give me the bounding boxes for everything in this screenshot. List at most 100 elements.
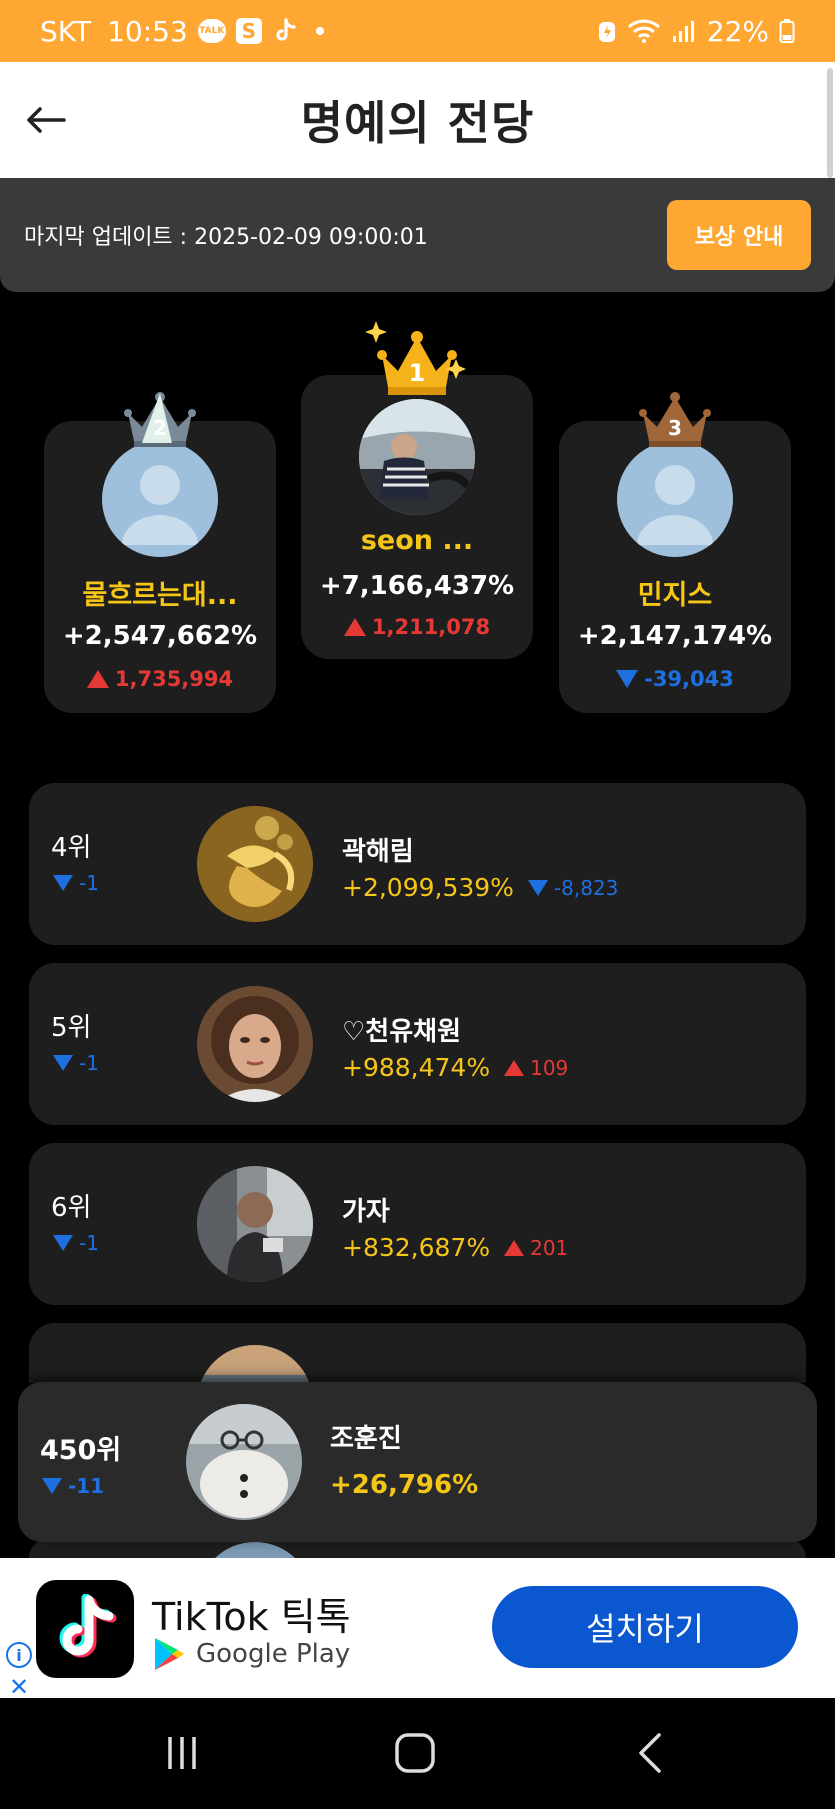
rank-label: 5위 — [51, 1013, 92, 1043]
rank-change: -8,823 — [527, 875, 619, 900]
tiktok-icon — [272, 18, 296, 44]
ad-store-label: Google Play — [196, 1639, 351, 1669]
up-triangle-icon — [86, 670, 109, 688]
ad-store: Google Play — [152, 1636, 350, 1672]
battery-icon — [779, 18, 795, 44]
profile-photo — [186, 1404, 302, 1520]
recent-apps-icon — [168, 1737, 196, 1769]
carrier-label: SKT — [40, 14, 92, 48]
rank-delta-value: -1 — [79, 871, 99, 895]
profile-photo — [197, 986, 313, 1102]
page-title: 명예의 전당 — [300, 96, 535, 150]
rank-stats: +832,687% 201 — [342, 1233, 568, 1262]
podium-name: 민지스 — [637, 580, 713, 611]
rank-row-6[interactable]: 6위 -1 가자 +832,687% 201 — [29, 1143, 806, 1305]
down-triangle-icon — [53, 1055, 73, 1071]
profile-photo — [359, 399, 475, 515]
crown-rank-number: 1 — [409, 359, 426, 387]
rank-stats: +2,099,539% -8,823 — [342, 873, 618, 902]
avatar — [197, 986, 313, 1102]
rank-stats: +988,474% 109 — [342, 1053, 568, 1082]
s-app-icon: S — [235, 18, 262, 44]
rank-percent: +832,687% — [342, 1233, 491, 1262]
rank-percent: +988,474% — [342, 1053, 491, 1082]
rank-change-value: 109 — [530, 1055, 569, 1080]
rank-delta: -1 — [53, 1051, 99, 1075]
ad-info-icon[interactable]: i — [6, 1642, 32, 1668]
podium-percent: +2,147,174% — [577, 621, 773, 651]
tiktok-app-icon — [36, 1580, 134, 1678]
time-label: 10:53 — [107, 14, 188, 48]
scrollbar[interactable] — [827, 68, 833, 178]
battery-saver-icon — [597, 19, 617, 43]
rank-change: 109 — [504, 1056, 568, 1080]
crown-rank-number: 2 — [153, 416, 167, 440]
podium-rank-1[interactable]: 1 seon ... +7,166,437% 1,211,078 — [301, 321, 533, 659]
my-rank-percent: +26,796% — [330, 1470, 479, 1500]
default-user-icon — [122, 465, 198, 545]
rank-delta: -1 — [53, 1231, 99, 1255]
system-nav-bar — [0, 1698, 835, 1809]
podium-rank-3[interactable]: 3 민지스 +2,147,174% -39,043 — [559, 392, 791, 713]
rank-label: 4위 — [51, 833, 92, 863]
battery-percent: 22% — [706, 14, 769, 48]
signal-icon — [671, 18, 697, 44]
rank-name: 가자 — [342, 1197, 390, 1227]
podium-percent: +7,166,437% — [319, 571, 515, 601]
rank-delta-value: -1 — [79, 1051, 99, 1075]
home-button[interactable] — [385, 1728, 445, 1778]
silver-crown-icon: 2 — [124, 392, 196, 447]
avatar — [359, 399, 475, 515]
podium-percent: +2,547,662% — [62, 621, 258, 651]
recent-apps-button[interactable] — [152, 1728, 212, 1778]
rank-row-4[interactable]: 4위 -1 곽해림 +2,099,539% -8,823 — [29, 783, 806, 945]
podium-rank-2[interactable]: 2 물흐르는대... +2,547,662% 1,735,994 — [44, 392, 276, 713]
up-triangle-icon — [504, 1059, 525, 1076]
podium-name: seon ... — [360, 525, 474, 556]
avatar — [197, 1345, 313, 1383]
ad-close-icon[interactable]: ✕ — [6, 1673, 32, 1701]
rank-change-value: -8,823 — [553, 875, 619, 900]
podium-change: 1,735,994 — [44, 667, 276, 691]
rank-label: 6위 — [51, 1193, 92, 1223]
ad-title: TikTok 틱톡 — [152, 1595, 351, 1639]
wifi-icon — [627, 18, 661, 44]
my-rank-label: 450위 — [40, 1435, 122, 1466]
avatar — [197, 1542, 313, 1558]
down-triangle-icon — [53, 875, 73, 891]
down-triangle-icon — [616, 670, 639, 688]
my-rank-delta: -11 — [42, 1474, 104, 1498]
status-bar: SKT 10:53 TALK S 22% — [0, 0, 835, 62]
back-button[interactable] — [18, 92, 74, 148]
avatar — [617, 441, 733, 557]
reward-info-button[interactable]: 보상 안내 — [667, 200, 811, 270]
my-rank-name: 조훈진 — [330, 1424, 402, 1454]
rank-row-5[interactable]: 5위 -1 ♡천유채원 +988,474% 109 — [29, 963, 806, 1125]
up-triangle-icon — [504, 1239, 525, 1256]
rank-change-value: 201 — [530, 1235, 569, 1260]
podium-change-value: -39,043 — [644, 667, 734, 691]
back-nav-button[interactable] — [620, 1728, 680, 1778]
back-chevron-icon — [639, 1733, 661, 1773]
rank-name: ♡천유채원 — [342, 1017, 461, 1047]
ad-banner[interactable]: TikTok 틱톡 Google Play 설치하기 i ✕ — [0, 1558, 835, 1701]
golden-fish-photo — [197, 806, 313, 922]
avatar — [102, 441, 218, 557]
avatar — [197, 806, 313, 922]
rank-delta: -1 — [53, 871, 99, 895]
podium-change: -39,043 — [559, 667, 791, 691]
podium-name: 물흐르는대... — [82, 580, 238, 611]
last-update-text: 마지막 업데이트 : 2025-02-09 09:00:01 — [24, 225, 428, 250]
install-button[interactable]: 설치하기 — [492, 1586, 798, 1668]
my-rank-card[interactable]: 450위 -11 조훈진 +26,796% — [18, 1382, 817, 1542]
profile-photo — [197, 1166, 313, 1282]
back-arrow-icon — [27, 107, 66, 133]
rank-delta-value: -1 — [79, 1231, 99, 1255]
podium-change-value: 1,211,078 — [371, 615, 491, 639]
rank-change: 201 — [504, 1236, 568, 1260]
down-triangle-icon — [527, 879, 548, 896]
podium-change: 1,211,078 — [301, 615, 533, 639]
up-triangle-icon — [343, 618, 366, 636]
rank-row-7-partial[interactable] — [29, 1323, 806, 1383]
down-triangle-icon — [42, 1478, 62, 1494]
